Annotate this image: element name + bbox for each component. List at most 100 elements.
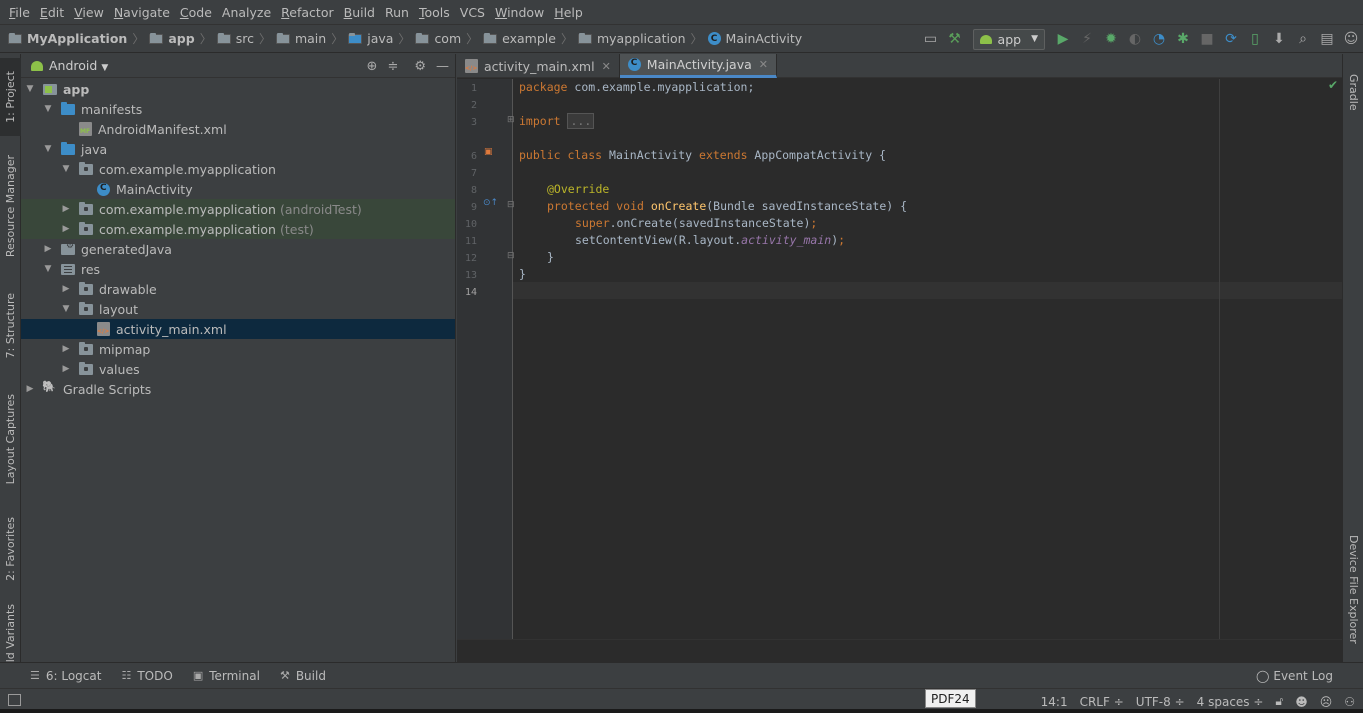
menu-refactor[interactable]: Refactor (276, 5, 338, 20)
fold-icon[interactable]: ⊟ (507, 251, 515, 261)
tab-structure[interactable]: 7: Structure (0, 286, 21, 366)
override-gutter-icon[interactable]: ⊙↑ (483, 198, 498, 208)
tab-build[interactable]: ⚒ Build (280, 669, 326, 683)
coverage-icon[interactable]: ◐ (1123, 28, 1147, 50)
tree-item-values[interactable]: ▶ values (21, 359, 455, 379)
project-structure-icon[interactable]: ▤ (1315, 28, 1339, 50)
attach-debugger-icon[interactable]: ✱ (1171, 28, 1195, 50)
breadcrumb-src[interactable]: src (216, 31, 254, 46)
menu-code[interactable]: Code (175, 5, 217, 20)
search-icon[interactable]: ⌕ (1291, 28, 1315, 50)
profile-icon[interactable]: ◔ (1147, 28, 1171, 50)
build-hammer-icon[interactable]: ⚒ (943, 28, 967, 50)
fold-icon[interactable]: ⊞ (507, 115, 515, 125)
sdk-manager-icon[interactable]: ⬇ (1267, 28, 1291, 50)
debug-icon[interactable]: ✹ (1099, 28, 1123, 50)
tree-item-label: app (63, 81, 90, 97)
breadcrumb-main[interactable]: main (275, 31, 326, 46)
breadcrumb-project[interactable]: MyApplication (8, 31, 127, 46)
breadcrumb-example[interactable]: example (483, 31, 556, 46)
tab-build-variants[interactable]: ld Variants (0, 604, 21, 662)
chevron-down-icon: ▼ (26, 84, 34, 94)
tree-item-res[interactable]: ▼ res (21, 259, 455, 279)
tab-resource-manager[interactable]: Resource Manager (0, 149, 21, 264)
sad-face-icon[interactable]: ☹ (1320, 695, 1333, 709)
smiley-icon[interactable]: ☻ (1295, 695, 1308, 709)
view-mode-select[interactable]: Android ▼ (49, 58, 108, 73)
tab-logcat[interactable]: ☰ 6: Logcat (30, 669, 101, 683)
stop-icon[interactable]: ■ (1195, 28, 1219, 50)
breadcrumb-myapplication[interactable]: myapplication (577, 31, 686, 46)
tab-favorites[interactable]: 2: Favorites (0, 509, 21, 589)
code-keyword: super (575, 216, 610, 230)
tree-item-package-main[interactable]: ▼ com.example.myapplication (21, 159, 455, 179)
device-preview-icon[interactable]: ▭ (919, 28, 943, 50)
hide-icon[interactable]: — (436, 59, 449, 74)
apply-changes-icon[interactable]: ⚡ (1075, 28, 1099, 50)
tab-device-file-explorer[interactable]: Device File Explorer (1343, 534, 1363, 644)
fold-icon[interactable]: ⊟ (507, 200, 515, 210)
tab-event-log[interactable]: ◯ Event Log (1256, 663, 1333, 689)
encoding-select[interactable]: UTF-8 ÷ (1136, 695, 1185, 709)
toggle-tool-windows-icon[interactable] (8, 694, 21, 706)
indent-select[interactable]: 4 spaces ÷ (1197, 695, 1264, 709)
locate-icon[interactable]: ⊕ (367, 59, 378, 74)
close-icon[interactable]: ✕ (759, 58, 768, 71)
tab-project[interactable]: 1: Project (0, 58, 21, 136)
menu-edit[interactable]: Edit (35, 5, 69, 20)
run-gutter-icon[interactable]: ▣ (484, 147, 493, 157)
menu-vcs[interactable]: VCS (455, 5, 490, 20)
tree-item-activity-main[interactable]: activity_main.xml (21, 319, 455, 339)
caret-position[interactable]: 14:1 (1041, 695, 1068, 709)
tree-item-generated-java[interactable]: ▶ generatedJava (21, 239, 455, 259)
tree-item-manifest-file[interactable]: AndroidManifest.xml (21, 119, 455, 139)
menu-file[interactable]: File (4, 5, 35, 20)
project-panel: Android ▼ ⊕ ≑ ⚙ — ▼ app ▼ manifests Androi… (21, 54, 456, 662)
avd-manager-icon[interactable]: ▯ (1243, 28, 1267, 50)
tree-item-drawable[interactable]: ▶ drawable (21, 279, 455, 299)
tree-item-package-test[interactable]: ▶ com.example.myapplication (test) (21, 219, 455, 239)
lock-icon[interactable]: 🔓︎ (1275, 694, 1283, 709)
menu-help[interactable]: Help (549, 5, 588, 20)
collapse-all-icon[interactable]: ≑ (387, 59, 398, 74)
menu-window[interactable]: Window (490, 5, 549, 20)
menu-view[interactable]: View (69, 5, 109, 20)
sync-gradle-icon[interactable]: ⟳ (1219, 28, 1243, 50)
tree-item-app[interactable]: ▼ app (21, 79, 455, 99)
tab-todo[interactable]: ☷ TODO (121, 669, 172, 683)
tree-item-package-android-test[interactable]: ▶ com.example.myapplication (androidTest) (21, 199, 455, 219)
breadcrumb-app[interactable]: app (149, 31, 195, 46)
tab-gradle[interactable]: Gradle (1343, 62, 1363, 122)
menu-tools[interactable]: Tools (414, 5, 455, 20)
menu-navigate[interactable]: Navigate (109, 5, 175, 20)
tab-logcat-label: 6: Logcat (45, 668, 102, 683)
breadcrumb-com[interactable]: com (415, 31, 461, 46)
menu-run[interactable]: Run (380, 5, 414, 20)
tree-item-gradle-scripts[interactable]: ▶ Gradle Scripts (21, 379, 455, 399)
tab-terminal[interactable]: ▣ Terminal (193, 669, 260, 683)
menu-build[interactable]: Build (339, 5, 380, 20)
menu-analyze[interactable]: Analyze (217, 5, 276, 20)
run-icon[interactable]: ▶ (1051, 28, 1075, 50)
breadcrumb-java[interactable]: java (348, 31, 393, 46)
folded-imports[interactable]: ... (567, 113, 595, 129)
close-icon[interactable]: ✕ (602, 60, 611, 73)
tree-item-manifests[interactable]: ▼ manifests (21, 99, 455, 119)
inspection-ok-icon[interactable]: ✔ (1328, 78, 1338, 92)
tree-item-java[interactable]: ▼ java (21, 139, 455, 159)
line-separator-select[interactable]: CRLF ÷ (1080, 695, 1124, 709)
memory-icon[interactable]: ⚇ (1344, 695, 1355, 709)
tab-main-activity-java[interactable]: MainActivity.java ✕ (619, 54, 777, 78)
tab-layout-captures[interactable]: Layout Captures (0, 384, 21, 494)
tree-item-mipmap[interactable]: ▶ mipmap (21, 339, 455, 359)
user-icon[interactable]: ☺ (1339, 28, 1363, 50)
gear-icon[interactable]: ⚙ (414, 59, 426, 74)
horizontal-scrollbar[interactable] (457, 639, 1342, 662)
tab-activity-main-xml[interactable]: activity_main.xml ✕ (457, 54, 620, 78)
tree-item-main-activity[interactable]: MainActivity (21, 179, 455, 199)
run-config-select[interactable]: app ▼ (972, 28, 1045, 50)
breadcrumb-class[interactable]: C MainActivity (707, 31, 802, 46)
code-line-3: import ... (519, 113, 595, 130)
code-area[interactable]: package com.example.myapplication; impor… (519, 79, 1342, 639)
tree-item-layout[interactable]: ▼ layout (21, 299, 455, 319)
